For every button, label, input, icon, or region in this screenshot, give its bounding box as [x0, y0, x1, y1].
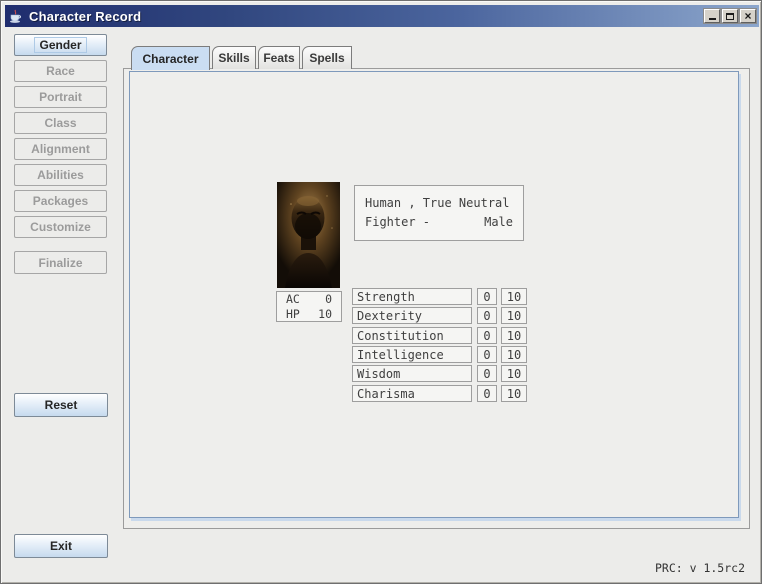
ability-score-constitution: 10	[501, 327, 527, 344]
ability-score-intelligence: 10	[501, 346, 527, 363]
sidebar-button-alignment: Alignment	[14, 138, 107, 160]
summary-class-gender: Fighter - Male	[365, 213, 513, 232]
tab-feats[interactable]: Feats	[258, 46, 300, 69]
hp-label: HP	[286, 307, 300, 321]
sidebar-button-portrait: Portrait	[14, 86, 107, 108]
ability-score-strength: 10	[501, 288, 527, 305]
close-button[interactable]: ×	[740, 9, 756, 23]
window-title: Character Record	[29, 9, 141, 24]
titlebar[interactable]: Character Record ×	[5, 5, 759, 27]
summary-gender: Male	[484, 213, 513, 232]
exit-button[interactable]: Exit	[14, 534, 108, 558]
maximize-icon	[726, 13, 734, 20]
ability-mod-wisdom: 0	[477, 365, 497, 382]
ability-score-wisdom: 10	[501, 365, 527, 382]
ability-score-charisma: 10	[501, 385, 527, 402]
hp-value: 10	[318, 307, 332, 321]
gender-button-label: Gender	[34, 37, 86, 53]
sidebar-button-gender[interactable]: Gender	[14, 34, 107, 56]
character-summary-box: Human , True Neutral Fighter - Male	[354, 185, 524, 241]
ability-score-dexterity: 10	[501, 307, 527, 324]
sidebar-button-customize: Customize	[14, 216, 107, 238]
summary-race-alignment: Human , True Neutral	[365, 194, 513, 213]
ability-mod-charisma: 0	[477, 385, 497, 402]
version-label: PRC: v 1.5rc2	[655, 561, 745, 575]
maximize-button[interactable]	[722, 9, 738, 23]
ability-name-dexterity: Dexterity	[352, 307, 472, 324]
ability-name-constitution: Constitution	[352, 327, 472, 344]
tab-character[interactable]: Character	[131, 46, 210, 70]
ac-label: AC	[286, 292, 300, 306]
ability-mod-dexterity: 0	[477, 307, 497, 324]
ac-hp-box: AC 0 HP 10	[276, 291, 342, 322]
ability-name-wisdom: Wisdom	[352, 365, 472, 382]
minimize-icon	[709, 18, 716, 20]
java-icon	[8, 9, 23, 24]
ability-name-charisma: Charisma	[352, 385, 472, 402]
tab-skills[interactable]: Skills	[212, 46, 256, 69]
window-controls: ×	[704, 9, 756, 23]
ability-name-strength: Strength	[352, 288, 472, 305]
ability-mod-strength: 0	[477, 288, 497, 305]
close-icon: ×	[744, 11, 751, 21]
minimize-button[interactable]	[704, 9, 720, 23]
hp-row: HP 10	[286, 307, 332, 321]
ability-mod-constitution: 0	[477, 327, 497, 344]
sidebar-button-finalize: Finalize	[14, 251, 107, 274]
character-portrait	[277, 182, 340, 288]
reset-button[interactable]: Reset	[14, 393, 108, 417]
sidebar-button-class: Class	[14, 112, 107, 134]
sidebar-button-packages: Packages	[14, 190, 107, 212]
sidebar-button-race: Race	[14, 60, 107, 82]
app-window: Character Record × Gender Race Portrait …	[0, 0, 762, 584]
summary-class: Fighter -	[365, 213, 430, 232]
sidebar-button-abilities: Abilities	[14, 164, 107, 186]
ac-row: AC 0	[286, 292, 332, 306]
tab-spells[interactable]: Spells	[302, 46, 352, 69]
ability-name-intelligence: Intelligence	[352, 346, 472, 363]
ac-value: 0	[325, 292, 332, 306]
ability-mod-intelligence: 0	[477, 346, 497, 363]
